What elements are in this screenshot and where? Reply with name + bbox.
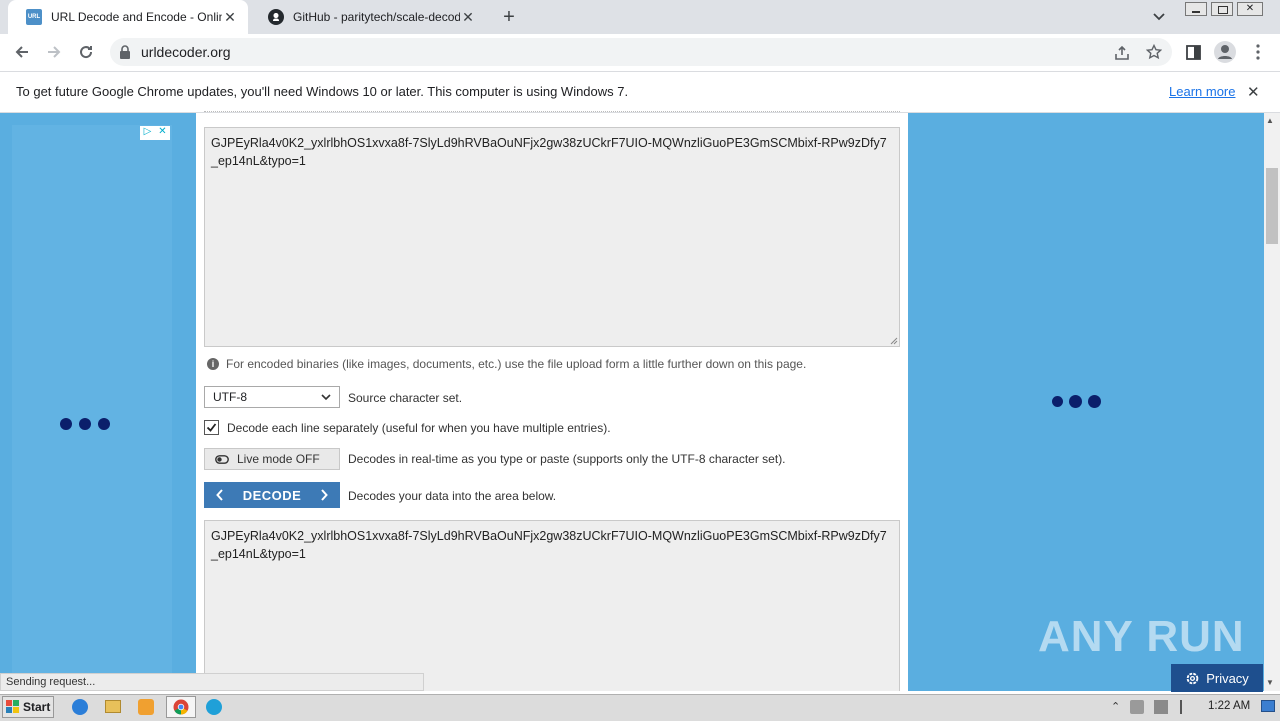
tab-urldecoder[interactable]: URL URL Decode and Encode - Online ✕ [8,0,248,34]
new-tab-button[interactable]: + [498,6,520,28]
live-mode-button[interactable]: Live mode OFF [204,448,340,470]
chevron-right-icon [320,489,328,501]
loading-dot [79,418,91,430]
menu-kebab-icon[interactable] [1256,44,1260,60]
decode-description: Decodes your data into the area below. [348,489,557,503]
loading-dot [60,418,72,430]
decode-each-line-label: Decode each line separately (useful for … [227,421,611,435]
learn-more-link[interactable]: Learn more [1169,84,1235,99]
binary-upload-note: For encoded binaries (like images, docum… [226,357,807,371]
output-textarea[interactable]: GJPEyRla4v0K2_yxlrlbhOS1xvxa8f-7SlyLd9hR… [204,520,900,691]
address-bar[interactable] [110,38,1172,66]
gear-icon [1185,671,1200,686]
reload-button[interactable] [72,38,100,66]
minimize-button[interactable] [1185,2,1207,16]
infobar-message: To get future Google Chrome updates, you… [16,84,629,99]
charset-selected-value: UTF-8 [213,390,247,404]
lock-icon[interactable] [119,45,131,59]
section-divider [204,111,900,112]
left-ad-creative[interactable] [12,125,172,691]
action-center-flag-icon[interactable] [1180,700,1192,714]
status-bubble: Sending request... [0,673,424,691]
decode-button[interactable]: DECODE [204,482,340,508]
live-mode-description: Decodes in real-time as you type or past… [348,452,786,466]
tray-expand-icon[interactable]: ⌃ [1111,700,1120,713]
tab-search-chevron-down-icon[interactable] [1152,9,1166,23]
charset-select[interactable]: UTF-8 [204,386,340,408]
github-icon [268,9,284,25]
privacy-label: Privacy [1206,670,1249,686]
url-text[interactable]: urldecoder.org [141,44,231,60]
privacy-button[interactable]: Privacy [1171,664,1263,692]
loading-dot [98,418,110,430]
back-button[interactable] [8,38,36,66]
live-mode-label: Live mode OFF [237,452,320,466]
toggle-icon [215,454,229,464]
start-label: Start [23,700,51,714]
forward-button[interactable] [40,38,68,66]
window-controls: ✕ [1185,2,1265,18]
ad-close-icon[interactable]: ✕ [155,126,170,140]
close-tab-icon[interactable]: ✕ [222,9,238,25]
charset-label: Source character set. [348,391,463,405]
edge-icon[interactable] [206,699,222,715]
chrome-taskbar-button[interactable] [166,696,196,718]
taskbar-clock: 1:22 AM [1208,700,1251,712]
tab-title: GitHub - paritytech/scale-decode: De [293,10,460,24]
decode-each-line-checkbox[interactable] [204,420,219,435]
network-icon[interactable] [1154,700,1168,714]
left-ad-loading-dots [60,418,110,430]
close-tab-icon[interactable]: ✕ [460,9,476,25]
urldecoder-favicon-icon: URL [26,9,42,25]
chrome-icon [173,699,189,715]
windows-logo-icon [6,700,20,714]
info-icon: i [207,358,219,370]
infobar-close-icon[interactable]: ✕ [1247,83,1260,101]
tab-github[interactable]: GitHub - paritytech/scale-decode: De ✕ [250,0,486,34]
scroll-up-icon[interactable]: ▲ [1266,116,1274,125]
internet-explorer-icon[interactable] [72,699,88,715]
scrollbar-thumb[interactable] [1266,168,1278,244]
adchoices-icon[interactable]: ▷ [140,126,155,140]
input-textarea[interactable]: GJPEyRla4v0K2_yxlrlbhOS1xvxa8f-7SlyLd9hR… [204,127,900,347]
chevron-down-icon [321,393,331,401]
profile-avatar-icon[interactable] [1214,41,1236,63]
chevron-left-icon [216,489,224,501]
scroll-down-icon[interactable]: ▼ [1266,678,1274,687]
loading-dot [1052,396,1063,407]
media-player-icon[interactable] [138,699,154,715]
right-ad-loading-dots [1052,395,1101,408]
checkmark-icon [206,423,217,432]
bookmark-star-icon[interactable] [1146,44,1162,60]
decode-button-label: DECODE [242,487,302,503]
adchoices-badge[interactable]: ▷ ✕ [140,126,170,140]
side-panel-icon[interactable] [1186,45,1201,60]
close-window-button[interactable]: ✕ [1237,2,1263,16]
loading-dot [1069,395,1082,408]
anyrun-watermark: ANY RUN [1038,612,1245,661]
share-icon[interactable] [1114,45,1130,61]
start-button[interactable]: Start [2,696,54,718]
volume-icon[interactable] [1130,700,1144,714]
loading-dot [1088,395,1101,408]
show-desktop-icon[interactable] [1261,700,1275,712]
tab-title: URL Decode and Encode - Online [51,10,222,24]
file-explorer-icon[interactable] [105,700,121,713]
resize-handle-icon[interactable] [889,336,898,345]
restore-button[interactable] [1211,2,1233,16]
